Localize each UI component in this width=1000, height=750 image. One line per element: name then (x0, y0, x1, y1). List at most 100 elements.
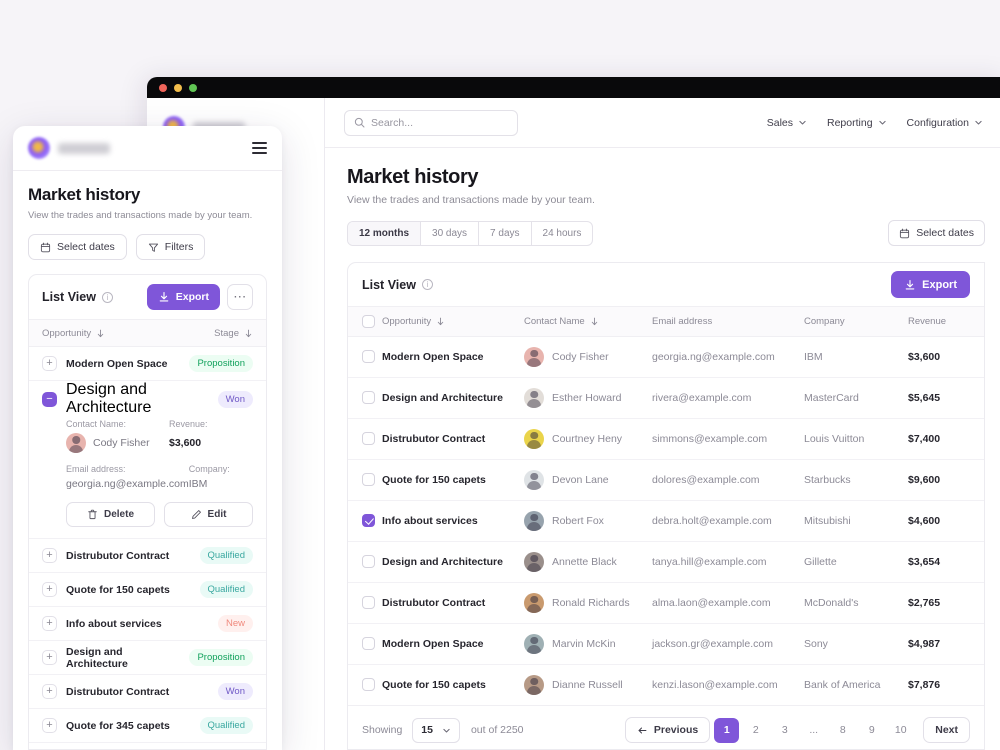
nav-item-configuration[interactable]: Configuration (907, 117, 983, 129)
mobile-header-opportunity[interactable]: Opportunity (42, 328, 105, 339)
maximize-window-icon[interactable] (189, 83, 197, 92)
table-row[interactable]: Info about services Robert Fox debra.holt@… (348, 500, 984, 541)
page-size-select[interactable]: 15 (412, 717, 460, 743)
mobile-list-item[interactable]: +Modern Open SpaceProposition (29, 743, 266, 749)
table-row[interactable]: Distrubutor Contract Ronald Richards alma.… (348, 582, 984, 623)
page-number-3[interactable]: 3 (772, 718, 797, 743)
expand-row-button[interactable]: + (42, 616, 57, 631)
row-checkbox[interactable] (362, 473, 375, 486)
row-select-cell (348, 336, 382, 377)
page-number-9[interactable]: 9 (859, 718, 884, 743)
edit-button[interactable]: Edit (164, 502, 253, 527)
mobile-header-stage[interactable]: Stage (214, 328, 253, 339)
table-head: Opportunity Contact Name Email address C… (348, 307, 984, 337)
mobile-body: Market history View the trades and trans… (13, 171, 282, 750)
info-icon[interactable]: i (421, 279, 433, 290)
cell-company: Mitsubishi (804, 514, 851, 527)
export-button[interactable]: Export (891, 271, 970, 298)
row-checkbox[interactable] (362, 555, 375, 568)
page-number-10[interactable]: 10 (888, 718, 913, 743)
table-row[interactable]: Modern Open Space Cody Fisher georgia.ng@e… (348, 336, 984, 377)
status-badge: New (217, 615, 253, 632)
mobile-list-item[interactable]: + Distrubutor Contract Qualified (29, 539, 266, 573)
calendar-icon (900, 228, 910, 238)
page-number-2[interactable]: 2 (743, 718, 768, 743)
tab-24-hours[interactable]: 24 hours (532, 222, 593, 245)
row-checkbox[interactable] (362, 514, 375, 527)
row-checkbox[interactable] (362, 432, 375, 445)
cell-company: Louis Vuitton (804, 432, 865, 445)
mobile-list-item[interactable]: + Distrubutor Contract Won (29, 675, 266, 709)
row-checkbox[interactable] (362, 678, 375, 692)
header-revenue[interactable]: Revenue (908, 307, 984, 337)
cell-opportunity: Modern Open Space (382, 350, 484, 363)
expand-row-button[interactable]: + (42, 684, 57, 699)
email-value: georgia.ng@example.com (66, 478, 189, 490)
header-contact-label: Contact Name (524, 315, 585, 327)
table-row[interactable]: Design and Architecture Esther Howard rive… (348, 377, 984, 418)
header-email[interactable]: Email address (652, 307, 804, 337)
mobile-opportunity-name: Info about services (66, 617, 162, 630)
row-checkbox[interactable] (362, 391, 375, 404)
row-select-cell (348, 459, 382, 500)
header-opportunity[interactable]: Opportunity (382, 307, 524, 337)
next-page-button[interactable]: Next (923, 717, 970, 743)
close-window-icon[interactable] (159, 83, 167, 92)
collapse-row-button[interactable]: − (42, 391, 57, 407)
search-input[interactable]: Search... (344, 109, 518, 136)
table-row[interactable]: Distrubutor Contract Courtney Heny simmons… (348, 418, 984, 459)
expand-row-button[interactable]: + (42, 356, 57, 371)
expand-row-button[interactable]: + (42, 718, 57, 733)
cell-company: MasterCard (804, 391, 859, 404)
mobile-logo[interactable] (28, 137, 110, 159)
delete-label: Delete (103, 509, 134, 520)
mobile-export-button[interactable]: Export (146, 284, 220, 310)
expand-row-button[interactable]: + (42, 548, 57, 563)
cell-opportunity: Modern Open Space (382, 637, 484, 650)
previous-page-button[interactable]: Previous (624, 717, 711, 743)
expand-row-button[interactable]: + (42, 582, 57, 597)
chevron-down-icon (443, 728, 450, 733)
contact-name: Devon Lane (552, 473, 609, 486)
tab-7-days[interactable]: 7 days (479, 221, 532, 245)
mobile-list-item[interactable]: + Info about services New (29, 607, 266, 641)
table-row[interactable]: Design and Architecture Annette Black tany… (348, 541, 984, 582)
select-all-checkbox[interactable] (362, 314, 375, 328)
pagination-bar: Showing 15 out of 2250 Previous 1 2 3 ..… (348, 705, 984, 749)
cell-email: georgia.ng@example.com (652, 350, 775, 363)
minimize-window-icon[interactable] (174, 83, 182, 92)
avatar (524, 592, 544, 613)
mobile-list-item[interactable]: +Modern Open SpaceProposition (29, 347, 266, 381)
info-icon[interactable]: i (101, 291, 113, 303)
hamburger-menu-icon[interactable] (252, 142, 267, 154)
select-dates-button[interactable]: Select dates (888, 220, 985, 246)
avatar (66, 433, 86, 453)
page-number-8[interactable]: 8 (830, 718, 855, 743)
row-checkbox[interactable] (362, 637, 375, 650)
tab-30-days[interactable]: 30 days (421, 221, 480, 245)
header-company[interactable]: Company (804, 307, 908, 337)
row-checkbox[interactable] (362, 596, 375, 609)
row-select-cell (348, 418, 382, 459)
mobile-list-item[interactable]: + Design and Architecture Proposition (29, 641, 266, 675)
tab-12-months[interactable]: 12 months (348, 221, 422, 245)
mobile-list-item-expanded[interactable]: − Design and Architecture Won Contact Name:… (29, 381, 266, 539)
top-nav: Sales Reporting Configuration (767, 117, 983, 129)
mobile-list-item[interactable]: + Quote for 345 capets Qualified (29, 709, 266, 743)
mobile-list-item[interactable]: + Quote for 150 capets Qualified (29, 573, 266, 607)
nav-item-sales[interactable]: Sales (767, 117, 807, 129)
row-checkbox[interactable] (362, 350, 375, 363)
delete-button[interactable]: Delete (66, 502, 155, 527)
page-number-1[interactable]: 1 (714, 717, 740, 743)
table-row[interactable]: Quote for 150 capets Dianne Russell kenzi.… (348, 664, 984, 705)
mobile-select-dates-button[interactable]: Select dates (28, 234, 127, 260)
expand-row-button[interactable]: + (42, 650, 57, 665)
header-contact-name[interactable]: Contact Name (524, 307, 652, 337)
table-row[interactable]: Modern Open Space Marvin McKin jackson.gr@… (348, 623, 984, 664)
mobile-filters-button[interactable]: Filters (135, 234, 206, 260)
cell-contact: Robert Fox (524, 500, 652, 541)
table-row[interactable]: Quote for 150 capets Devon Lane dolores@ex… (348, 459, 984, 500)
row-select-cell (348, 500, 382, 541)
mobile-more-options-button[interactable]: ⋯ (227, 284, 253, 310)
nav-item-reporting[interactable]: Reporting (827, 117, 887, 129)
